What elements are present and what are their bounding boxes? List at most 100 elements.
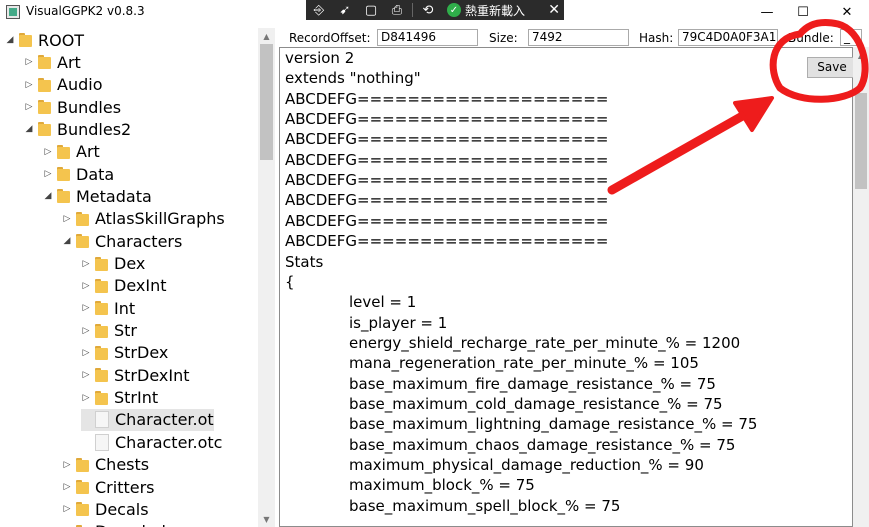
collapsed-arrow-icon[interactable]: ▷ xyxy=(81,281,91,291)
folder-icon xyxy=(38,122,51,137)
tree-folder-item[interactable]: ◢ Bundles2 xyxy=(24,118,132,140)
editor-line: version 2 xyxy=(285,49,355,67)
tree-folder-item[interactable]: ▷ Art xyxy=(24,51,81,73)
tree-scrollbar[interactable]: ▲ ▼ xyxy=(258,28,275,527)
expanded-arrow-icon[interactable]: ◢ xyxy=(5,35,15,45)
collapsed-arrow-icon[interactable]: ▷ xyxy=(24,80,34,90)
folder-icon xyxy=(95,345,108,360)
bundle-field[interactable]: _ xyxy=(840,29,862,46)
pointer-icon[interactable]: ➹ xyxy=(332,0,358,20)
collapsed-arrow-icon[interactable]: ▷ xyxy=(81,393,91,403)
tree-item-label: Metadata xyxy=(76,186,152,206)
scroll-down-icon[interactable]: ▼ xyxy=(258,513,275,527)
window-icon[interactable]: ▢ xyxy=(358,0,384,20)
minimize-button[interactable]: — xyxy=(749,2,785,22)
size-field[interactable]: 7492 xyxy=(528,29,629,46)
tree-folder-item[interactable]: ▷ StrInt xyxy=(81,387,159,409)
editor-scroll-up-icon[interactable]: ▲ xyxy=(853,49,869,63)
editor-line: ABCDEFG==================== xyxy=(285,232,609,251)
replay-icon[interactable]: ⟲ xyxy=(415,0,441,20)
size-label: Size: xyxy=(489,31,518,45)
tree-folder-item[interactable]: ▷ Bundles xyxy=(24,96,122,118)
editor-line: ABCDEFG==================== xyxy=(285,211,609,230)
tree-folder-item[interactable]: ▷ Dex xyxy=(81,253,146,275)
editor-line: base_maximum_spell_block_% = 75 xyxy=(349,496,621,515)
collapsed-arrow-icon[interactable]: ▷ xyxy=(24,57,34,67)
tree-folder-item[interactable]: ▷ DexInt xyxy=(81,275,167,297)
tree-folder-item[interactable]: ▷ Critters xyxy=(62,476,155,498)
folder-icon xyxy=(95,323,108,338)
collapsed-arrow-icon[interactable]: ▷ xyxy=(24,102,34,112)
scroll-up-icon[interactable]: ▲ xyxy=(258,30,275,44)
snapshot-icon[interactable]: ⎙ xyxy=(384,0,410,20)
toolbar-close-icon[interactable]: ✕ xyxy=(548,2,560,18)
tree-folder-item[interactable]: ▷ Data xyxy=(43,163,115,185)
tree-folder-item[interactable]: ▷ Chests xyxy=(62,454,150,476)
tree-folder-item[interactable]: ▷ StrDex xyxy=(81,342,169,364)
folder-icon xyxy=(57,189,70,204)
record-offset-label: RecordOffset: xyxy=(289,31,371,45)
editor-scroll-thumb[interactable] xyxy=(855,93,867,189)
collapsed-arrow-icon[interactable]: ▷ xyxy=(81,348,91,358)
editor-line: Stats xyxy=(285,252,324,271)
tree-folder-item[interactable]: ◢ Characters xyxy=(62,230,183,252)
record-offset-field[interactable]: D841496 xyxy=(377,29,478,46)
editor-line: base_maximum_lightning_damage_resistance… xyxy=(349,415,758,434)
editor-scrollbar[interactable]: ▲ xyxy=(853,47,869,527)
hash-field[interactable]: 79C4D0A0F3A13 xyxy=(678,29,778,46)
collapsed-arrow-icon[interactable]: ▷ xyxy=(43,169,53,179)
tree-folder-item[interactable]: ▷ Art xyxy=(43,141,100,163)
close-button[interactable]: ✕ xyxy=(829,2,865,22)
tree-folder-item[interactable]: ◢ ROOT xyxy=(5,29,85,51)
editor-line: maximum_physical_damage_reduction_% = 90 xyxy=(349,456,704,474)
folder-icon xyxy=(76,234,89,249)
tree-item-label: Character.ot xyxy=(115,410,214,430)
app-icon xyxy=(6,5,20,19)
collapsed-arrow-icon[interactable]: ▷ xyxy=(81,259,91,269)
tree-folder-item[interactable]: ▷ Int xyxy=(81,297,136,319)
save-button[interactable]: Save xyxy=(807,57,857,78)
tree-item-label: Bundles xyxy=(57,97,122,117)
tree-folder-item[interactable]: ▷ Decals xyxy=(62,498,149,520)
collapsed-arrow-icon[interactable]: ▷ xyxy=(62,460,72,470)
editor-line: level = 1 xyxy=(349,293,417,312)
editor-line: ABCDEFG==================== xyxy=(285,89,609,108)
tree-folder-item[interactable]: ▷ Str xyxy=(81,320,137,342)
record-info-bar: RecordOffset: D841496 Size: 7492 Hash: 7… xyxy=(280,28,869,48)
tree-item-label: Audio xyxy=(57,75,103,95)
expanded-arrow-icon[interactable]: ◢ xyxy=(43,191,53,201)
capture-icon[interactable]: ⎆ xyxy=(306,0,332,20)
expanded-arrow-icon[interactable]: ◢ xyxy=(24,124,34,134)
maximize-button[interactable]: ☐ xyxy=(785,2,821,22)
tree-folder-item[interactable]: ▷ StrDexInt xyxy=(81,364,190,386)
text-editor[interactable]: version 2 extends "nothing" ABCDEFG=======… xyxy=(279,47,853,527)
folder-icon xyxy=(95,301,108,316)
editor-line: is_player = 1 xyxy=(349,313,448,332)
folder-icon xyxy=(95,368,108,383)
tree-folder-item[interactable]: ◢ Metadata xyxy=(43,185,152,207)
tree-folder-item[interactable]: ▷Decoded xyxy=(62,521,166,527)
expanded-arrow-icon[interactable]: ◢ xyxy=(62,236,72,246)
window-title: VisualGGPK2 v0.8.3 xyxy=(26,4,145,18)
tree-item-label: Decoded xyxy=(95,522,166,527)
tree-folder-item[interactable]: ▷ AtlasSkillGraphs xyxy=(62,208,225,230)
reload-button[interactable]: ✓ 熱重新載入 xyxy=(447,2,525,19)
collapsed-arrow-icon[interactable]: ▷ xyxy=(81,370,91,380)
collapsed-arrow-icon[interactable]: ▷ xyxy=(62,504,72,514)
editor-line: energy_shield_recharge_rate_per_minute_%… xyxy=(349,333,741,352)
collapsed-arrow-icon[interactable]: ▷ xyxy=(81,326,91,336)
tree-folder-item[interactable]: ▷ Audio xyxy=(24,74,103,96)
tree-scroll-thumb[interactable] xyxy=(260,44,273,160)
collapsed-arrow-icon[interactable]: ▷ xyxy=(62,214,72,224)
folder-icon xyxy=(38,55,51,70)
file-icon xyxy=(95,411,109,429)
collapsed-arrow-icon[interactable]: ▷ xyxy=(62,482,72,492)
folder-icon xyxy=(95,278,108,293)
toolbar-divider xyxy=(412,3,413,17)
tree-file-item[interactable]: Character.otc xyxy=(81,431,222,453)
folder-icon xyxy=(38,100,51,115)
tree-file-item[interactable]: Character.ot xyxy=(81,408,214,431)
collapsed-arrow-icon[interactable]: ▷ xyxy=(43,147,53,157)
collapsed-arrow-icon[interactable]: ▷ xyxy=(81,303,91,313)
folder-icon xyxy=(57,144,70,159)
